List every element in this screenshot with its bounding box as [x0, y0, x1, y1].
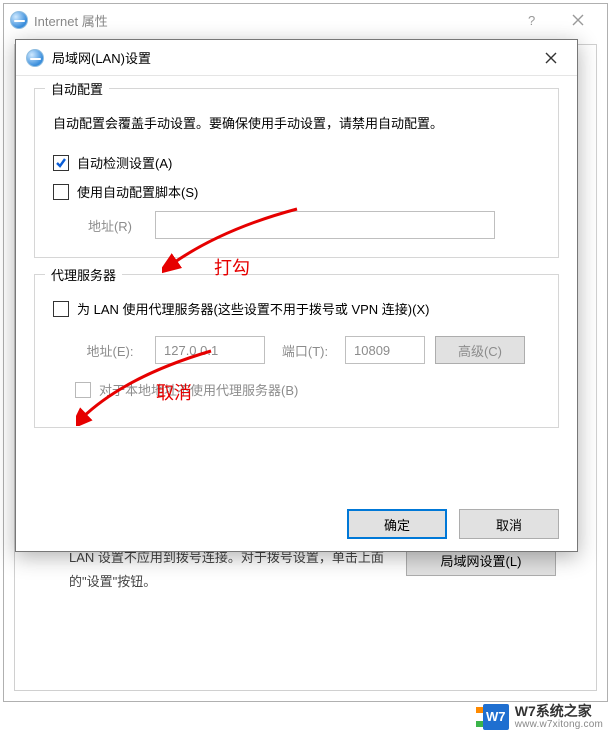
- svg-text:?: ?: [528, 14, 535, 26]
- dialog-footer: 确定 取消: [347, 509, 559, 539]
- proxy-group: 代理服务器 为 LAN 使用代理服务器(这些设置不用于拨号或 VPN 连接)(X…: [34, 274, 559, 428]
- use-proxy-checkbox[interactable]: [53, 301, 69, 317]
- dialog-body: 打勾 取消 自动配置 自动配置会覆盖手动设置。要确保使用手动设置，请禁用自动配置…: [16, 76, 577, 551]
- use-script-label: 使用自动配置脚本(S): [77, 182, 198, 201]
- advanced-button[interactable]: 高级(C): [435, 336, 525, 364]
- dialog-titlebar: 局域网(LAN)设置: [16, 40, 577, 76]
- auto-detect-checkbox[interactable]: [53, 155, 69, 171]
- script-address-label: 地址(R): [75, 216, 145, 235]
- dialog-title: 局域网(LAN)设置: [52, 48, 151, 67]
- watermark: W7 W7系统之家 www.w7xitong.com: [483, 704, 603, 730]
- proxy-port-input[interactable]: 10809: [345, 336, 425, 364]
- parent-titlebar: Internet 属性 ?: [4, 4, 607, 36]
- watermark-logo: W7: [483, 704, 509, 730]
- lan-settings-dialog: 局域网(LAN)设置 打勾 取消 自动配置 自动配置会覆盖手动设置。要确保使用手…: [15, 39, 578, 552]
- watermark-line2: www.w7xitong.com: [515, 719, 603, 730]
- parent-close-button[interactable]: [555, 4, 601, 36]
- ok-button[interactable]: 确定: [347, 509, 447, 539]
- bypass-local-checkbox[interactable]: [75, 382, 91, 398]
- watermark-line1: W7系统之家: [515, 704, 603, 719]
- parent-window-title: Internet 属性: [34, 11, 108, 30]
- parent-help-button[interactable]: ?: [509, 4, 555, 36]
- bypass-local-label: 对于本地地址不使用代理服务器(B): [99, 380, 298, 399]
- use-script-checkbox[interactable]: [53, 184, 69, 200]
- proxy-address-input[interactable]: 127.0.0.1: [155, 336, 265, 364]
- use-proxy-label: 为 LAN 使用代理服务器(这些设置不用于拨号或 VPN 连接)(X): [77, 299, 429, 318]
- auto-detect-label: 自动检测设置(A): [77, 153, 172, 172]
- cancel-button[interactable]: 取消: [459, 509, 559, 539]
- internet-icon: [10, 11, 28, 29]
- proxy-address-label: 地址(E):: [75, 341, 145, 360]
- proxy-legend: 代理服务器: [45, 265, 122, 284]
- proxy-port-label: 端口(T):: [275, 341, 335, 360]
- dialog-close-button[interactable]: [529, 40, 573, 75]
- internet-icon: [26, 49, 44, 67]
- lan-section-desc: LAN 设置不应用到拨号连接。对于拨号设置，单击上面的"设置"按钮。: [69, 546, 388, 595]
- auto-config-group: 自动配置 自动配置会覆盖手动设置。要确保使用手动设置，请禁用自动配置。 自动检测…: [34, 88, 559, 258]
- script-address-input[interactable]: [155, 211, 495, 239]
- auto-config-desc: 自动配置会覆盖手动设置。要确保使用手动设置，请禁用自动配置。: [53, 113, 540, 135]
- auto-config-legend: 自动配置: [45, 79, 109, 98]
